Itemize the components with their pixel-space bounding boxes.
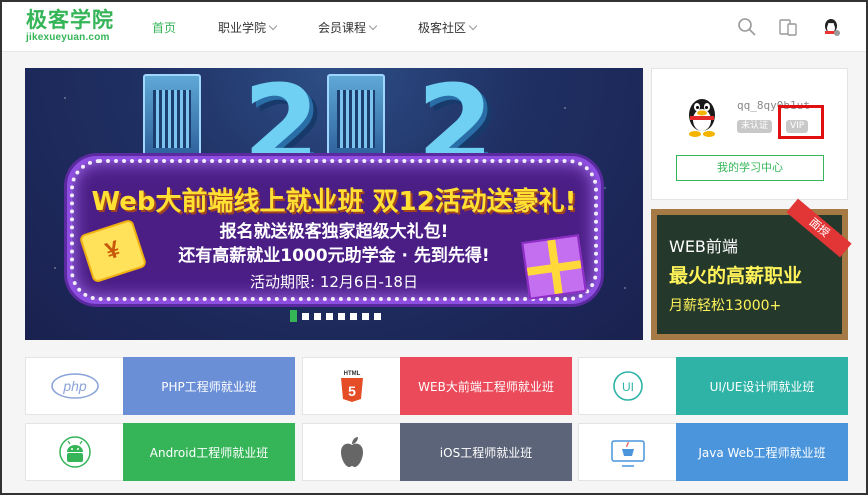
nav-career-college[interactable]: 职业学院 (218, 19, 278, 36)
banner-line-1: 报名就送极客独家超级大礼包! (219, 222, 449, 242)
banner-date: 活动期限: 12月6日-18日 (250, 273, 418, 291)
course-tile-java-web[interactable]: Java Web工程师就业班 (578, 423, 848, 481)
chevron-down-icon (268, 21, 278, 30)
tile-label: iOS工程师就业班 (400, 423, 572, 481)
java-icon (610, 440, 645, 467)
nav-career-label: 职业学院 (218, 20, 267, 35)
carousel-dot[interactable] (290, 310, 297, 322)
tile-icon-box: php (25, 357, 123, 415)
tile-icon-box: HTML 5 (302, 357, 400, 415)
tile-label: PHP工程师就业班 (123, 357, 295, 415)
carousel-dot[interactable] (338, 313, 345, 320)
nav-home-label: 首页 (152, 20, 177, 35)
course-tile-php[interactable]: php PHP工程师就业班 (25, 357, 295, 415)
vip-highlight-box (778, 105, 824, 139)
php-icon: php (50, 373, 99, 399)
tile-label: Android工程师就业班 (123, 423, 295, 481)
nav-home[interactable]: 首页 (152, 19, 176, 36)
promo-line-3: 月薪轻松13000+ (669, 298, 782, 314)
html5-icon: HTML 5 (340, 371, 363, 402)
chevron-down-icon (468, 21, 478, 30)
tile-label: Java Web工程师就业班 (676, 423, 848, 481)
course-tile-android[interactable]: Android工程师就业班 (25, 423, 295, 481)
gift-box-icon (521, 234, 587, 300)
tile-icon-box: UI (578, 357, 676, 415)
chevron-down-icon (368, 21, 378, 30)
svg-text:5: 5 (348, 383, 356, 399)
tile-icon-box (578, 423, 676, 481)
svg-text:UI: UI (622, 380, 634, 394)
banner-title: Web大前端线上就业班 双12活动送豪礼! (91, 187, 577, 217)
carousel-dot[interactable] (302, 313, 309, 320)
learning-center-button[interactable]: 我的学习中心 (676, 155, 824, 181)
tile-icon-box (302, 423, 400, 481)
nav-community[interactable]: 极客社区 (418, 19, 478, 36)
main-nav: 首页 职业学院 会员课程 极客社区 (152, 2, 518, 52)
carousel-dot[interactable] (314, 313, 321, 320)
site-logo[interactable]: 极客学院 jikexueyuan.com (26, 8, 126, 44)
user-avatar-icon[interactable] (820, 16, 842, 38)
carousel-dot[interactable] (350, 313, 357, 320)
logo-text: 极客学院 (26, 8, 114, 32)
tile-label: UI/UE设计师就业班 (676, 357, 848, 415)
qq-penguin-avatar[interactable] (684, 95, 720, 137)
carousel-dot[interactable] (374, 313, 381, 320)
apple-icon (340, 437, 363, 467)
devices-icon[interactable] (777, 16, 799, 38)
web-frontend-promo[interactable]: WEB前端 最火的高薪职业 月薪轻松13000+ 面授 (651, 198, 852, 340)
ui-icon: UI (612, 371, 643, 401)
svg-text:php: php (62, 378, 87, 394)
course-tile-ui-ue[interactable]: UI UI/UE设计师就业班 (578, 357, 848, 415)
course-tile-ios[interactable]: iOS工程师就业班 (302, 423, 572, 481)
site-header: 极客学院 jikexueyuan.com 首页 职业学院 会员课程 极客社区 (2, 2, 866, 52)
banner-line-2: 还有高薪就业1000元助学金 · 先到先得! (178, 246, 490, 266)
carousel-dot[interactable] (326, 313, 333, 320)
nav-member-label: 会员课程 (318, 20, 367, 35)
banner-marquee-board: Web大前端线上就业班 双12活动送豪礼! 报名就送极客独家超级大礼包! 还有高… (67, 156, 601, 304)
tile-label: WEB大前端工程师就业班 (400, 357, 572, 415)
promo-line-1: WEB前端 (669, 237, 738, 256)
unverified-badge[interactable]: 未认证 (737, 120, 773, 133)
logo-domain: jikexueyuan.com (26, 32, 110, 43)
svg-text:HTML: HTML (343, 371, 360, 377)
search-icon[interactable] (736, 16, 758, 38)
carousel-dot[interactable] (362, 313, 369, 320)
nav-community-label: 极客社区 (418, 20, 467, 35)
android-icon (58, 436, 91, 468)
promo-banner[interactable]: 2 2 Web大前端线上就业班 双12活动送豪礼! 报名就送极客独家超级大礼包!… (25, 68, 643, 340)
promo-line-2: 最火的高薪职业 (669, 265, 803, 287)
carousel-pager (290, 310, 381, 322)
server-graphic (143, 74, 201, 160)
tile-icon-box (25, 423, 123, 481)
server-graphic (327, 74, 385, 160)
course-tile-web-frontend[interactable]: HTML 5 WEB大前端工程师就业班 (302, 357, 572, 415)
nav-member-courses[interactable]: 会员课程 (318, 19, 378, 36)
